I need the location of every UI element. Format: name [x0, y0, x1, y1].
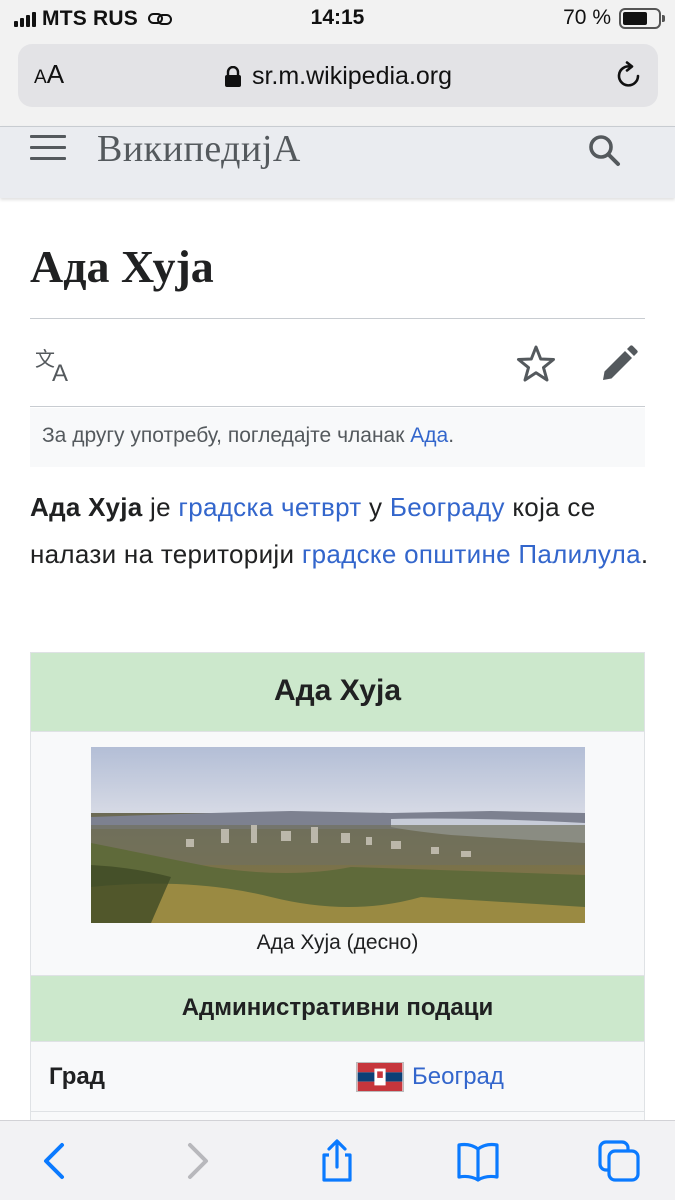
- translate-icon[interactable]: 文 A: [35, 346, 77, 384]
- lead-text-4: .: [640, 539, 649, 569]
- status-right: 70 %: [563, 6, 665, 30]
- hatnote-link-ada[interactable]: Ада: [410, 424, 448, 447]
- star-icon[interactable]: [516, 344, 556, 384]
- address-bar[interactable]: AA sr.m.wikipedia.org: [18, 44, 658, 107]
- browser-toolbar-top: AA sr.m.wikipedia.org: [0, 36, 675, 126]
- hatnote-text: За другу употребу, погледајте чланак: [42, 424, 411, 447]
- wikipedia-wordmark[interactable]: ВикипедијА: [97, 127, 301, 171]
- lead-text-1: је: [142, 492, 179, 522]
- lead-bold-title: Ада Хуја: [30, 492, 143, 522]
- infobox-row-label: Град: [49, 1063, 105, 1090]
- link-beograd-infobox[interactable]: Београд: [412, 1063, 504, 1091]
- forward-icon[interactable]: [174, 1139, 218, 1183]
- lock-icon: [224, 65, 241, 87]
- battery-percent: 70 %: [563, 6, 611, 29]
- battery-icon: [619, 7, 665, 29]
- infobox-image-caption: Ада Хуја (десно): [256, 931, 419, 954]
- lead-text-2: у: [361, 492, 390, 522]
- share-icon[interactable]: [315, 1139, 359, 1183]
- infobox-row-value: Београд: [356, 1062, 504, 1092]
- url-text: sr.m.wikipedia.org: [251, 62, 453, 90]
- status-bar: MTS RUS 14:15 70 %: [0, 0, 675, 36]
- link-beograd[interactable]: Београду: [390, 492, 505, 522]
- panorama-photo: [91, 747, 585, 923]
- wiki-header: ВикипедијА: [0, 126, 675, 198]
- lead-paragraph: Ада Хуја је градска четврт у Београду ко…: [30, 484, 650, 578]
- bookmarks-icon[interactable]: [456, 1139, 500, 1183]
- url-display[interactable]: sr.m.wikipedia.org: [18, 62, 658, 91]
- menu-icon[interactable]: [30, 135, 66, 165]
- infobox: Ада Хуја Ада Хуја (десно) Административн…: [30, 652, 645, 1122]
- page-title: Ада Хуја: [30, 241, 214, 292]
- tabs-icon[interactable]: [597, 1139, 641, 1183]
- back-icon[interactable]: [34, 1139, 78, 1183]
- search-icon[interactable]: [585, 131, 625, 171]
- reload-icon[interactable]: [614, 60, 644, 90]
- actions-divider: [30, 406, 645, 407]
- belgrade-flag-icon: [356, 1062, 404, 1092]
- link-gradska-opstina-palilula[interactable]: градске општине Палилула: [302, 539, 641, 569]
- infobox-title: Ада Хуја: [31, 653, 644, 732]
- infobox-image[interactable]: [91, 747, 585, 923]
- hatnote: За другу употребу, погледајте чланак Ада…: [30, 408, 645, 467]
- infobox-section-header: Административни подаци: [31, 975, 644, 1042]
- title-divider: [30, 318, 645, 319]
- browser-toolbar-bottom: [0, 1120, 675, 1200]
- infobox-row-grad: Град Београд: [31, 1042, 644, 1112]
- battery-level-fill: [623, 11, 647, 25]
- edit-icon[interactable]: [599, 344, 639, 384]
- svg-text:A: A: [52, 360, 68, 384]
- hatnote-suffix: .: [448, 424, 455, 447]
- link-gradska-cetvrt[interactable]: градска четврт: [178, 492, 361, 522]
